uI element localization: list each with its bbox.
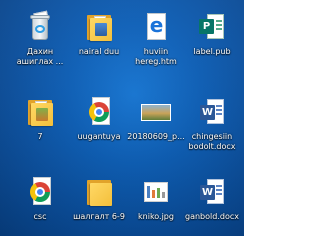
folder-icon bbox=[84, 12, 114, 42]
shalgalt-label: шалгалт 6-9 bbox=[73, 212, 125, 221]
shalgalt-folder[interactable]: шалгалт 6-9 bbox=[67, 175, 131, 222]
chrome-shortcut-icon bbox=[84, 97, 114, 127]
desktop[interactable]: Дахин ашиглах ... nairal duu e huviin he… bbox=[0, 0, 244, 236]
kniko-jpg-label: kniko.jpg bbox=[138, 212, 174, 221]
csc-shortcut[interactable]: csc bbox=[8, 175, 72, 222]
word-document-icon: W bbox=[197, 177, 227, 207]
chrome-shortcut-icon bbox=[25, 177, 55, 207]
word-document-icon: W bbox=[197, 97, 227, 127]
kniko-jpg-file[interactable]: kniko.jpg bbox=[124, 175, 188, 222]
image-icon bbox=[141, 177, 171, 207]
folder-icon bbox=[25, 97, 55, 127]
recycle-bin-label: Дахин ашиглах ... bbox=[16, 47, 64, 66]
edge-html-icon: e bbox=[141, 12, 171, 42]
folder-7-label: 7 bbox=[37, 132, 43, 141]
photo-20180609-file[interactable]: 20180609_p... bbox=[124, 95, 188, 142]
csc-label: csc bbox=[33, 212, 47, 221]
uugantuya-label: uugantuya bbox=[77, 132, 121, 141]
folder-icon bbox=[84, 177, 114, 207]
recycle-bin-icon bbox=[25, 10, 55, 42]
chingesiin-bodolt-file[interactable]: W chingesiin bodolt.docx bbox=[180, 95, 244, 152]
uugantuya-shortcut[interactable]: uugantuya bbox=[67, 95, 131, 142]
nairal-duu-label: nairal duu bbox=[78, 47, 120, 56]
ganbold-docx-file[interactable]: W ganbold.docx bbox=[180, 175, 244, 222]
folder-7[interactable]: 7 bbox=[8, 95, 72, 142]
image-thumbnail bbox=[147, 186, 165, 198]
recycle-bin-item[interactable]: Дахин ашиглах ... bbox=[8, 10, 72, 67]
label-pub-label: label.pub bbox=[193, 47, 231, 56]
chingesiin-bodolt-label: chingesiin bodolt.docx bbox=[188, 132, 236, 151]
huviin-hereg-label: huviin hereg.htm bbox=[135, 47, 177, 66]
ganbold-docx-label: ganbold.docx bbox=[185, 212, 239, 221]
photo-20180609-label: 20180609_p... bbox=[127, 132, 185, 141]
huviin-hereg-file[interactable]: e huviin hereg.htm bbox=[124, 10, 188, 67]
image-icon bbox=[141, 97, 171, 127]
nairal-duu-folder[interactable]: nairal duu bbox=[67, 10, 131, 57]
label-pub-file[interactable]: P label.pub bbox=[180, 10, 244, 57]
publisher-icon: P bbox=[197, 12, 227, 42]
